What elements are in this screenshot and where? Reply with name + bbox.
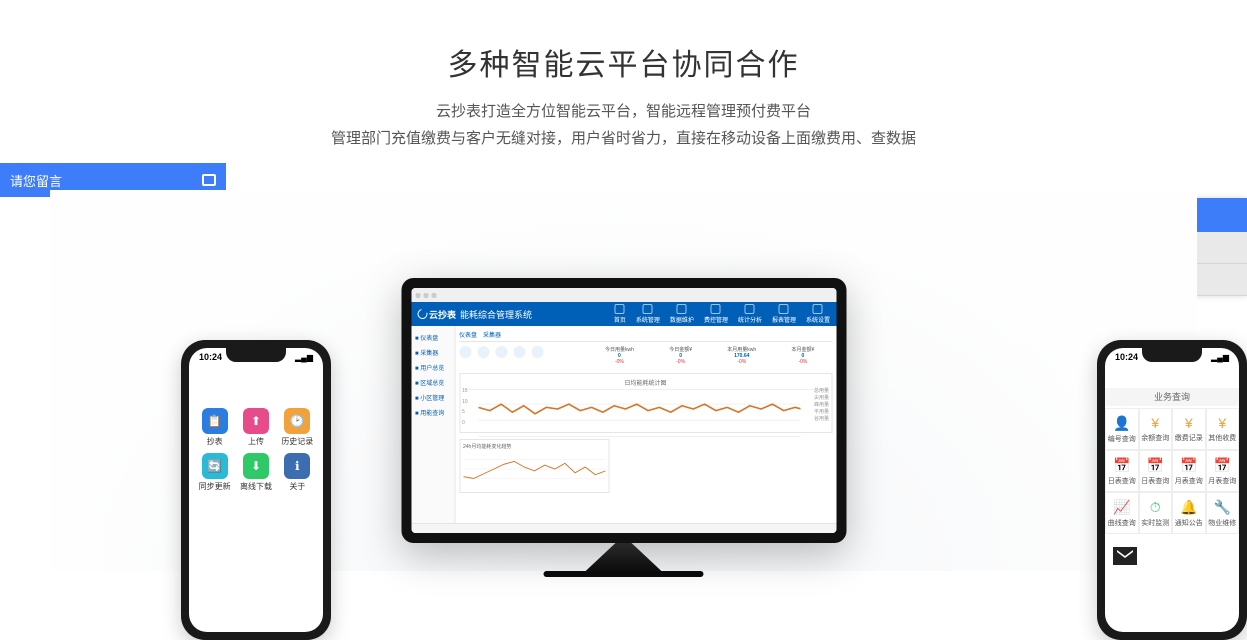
phone-mockup-left: 10:24 ▂▄▆ 📋抄表 ⬆上传 🕑历史记录 🔄同步更新 ⬇离线下载 ℹ关于 [181,340,331,640]
signal-icon: ▂▄▆ [295,353,313,362]
page-title: 多种智能云平台协同合作 [0,0,1247,84]
app-grid: 📋抄表 ⬆上传 🕑历史记录 🔄同步更新 ⬇离线下载 ℹ关于 [197,408,315,492]
nav-item[interactable]: 系统设置 [806,304,830,324]
status-bar [411,523,836,533]
business-header: 业务查询 [1105,388,1239,406]
app-title: 能耗综合管理系统 [460,308,532,321]
business-grid: 👤编号查询 ¥余额查询 ¥缴费记录 ¥其他收费 📅日表查询 📅日表查询 📅月表查… [1105,408,1239,534]
sidebar: ■ 仪表盘 ■ 采集器 ■ 用户总览 ■ 区域总览 ■ 小区管理 ■ 用能查询 [411,326,455,523]
tab[interactable]: 采集器 [483,330,501,339]
nav-item[interactable]: 数据维护 [670,304,694,324]
biz-item[interactable]: 📅日表查询 [1139,450,1173,492]
daily-energy-chart: 日均能耗统计图 151050 总用量 尖用量 峰用量 平用量 [459,373,832,433]
page-subtitle: 云抄表打造全方位智能云平台，智能远程管理预付费平台 管理部门充值缴费与客户无缝对… [0,98,1247,152]
app-about[interactable]: ℹ关于 [280,453,315,492]
biz-item[interactable]: ¥缴费记录 [1172,408,1206,450]
biz-item[interactable]: 👤编号查询 [1105,408,1139,450]
hourly-trend-chart: 24h月均能耗变化趋势 [459,439,609,493]
sidebar-item[interactable]: ■ 用户总览 [413,360,452,375]
biz-item[interactable]: 📈曲线查询 [1105,492,1139,534]
sidebar-item[interactable]: ■ 采集器 [413,345,452,360]
biz-item[interactable]: 🔧物业维修 [1206,492,1240,534]
app-header: 云抄表 能耗综合管理系统 首页 系统管理 数据维护 费控管理 统计分析 报表管理… [411,302,836,326]
stat-row: 今日用量kwh0-0% 今日金额¥0-0% 本月用量kwh170.64-0% 本… [587,346,832,365]
biz-item[interactable]: 📅日表查询 [1105,450,1139,492]
monitor-mockup: 云抄表 能耗综合管理系统 首页 系统管理 数据维护 费控管理 统计分析 报表管理… [401,278,846,577]
subtitle-line-2: 管理部门充值缴费与客户无缝对接，用户省时省力，直接在移动设备上面缴费用、查数据 [0,125,1247,152]
biz-item[interactable]: 🔔通知公告 [1172,492,1206,534]
biz-item[interactable]: ¥其他收费 [1206,408,1240,450]
subtitle-line-1: 云抄表打造全方位智能云平台，智能远程管理预付费平台 [0,98,1247,125]
app-history[interactable]: 🕑历史记录 [280,408,315,447]
app-sync[interactable]: 🔄同步更新 [197,453,232,492]
leave-message-prompt: 请您留言 [10,171,62,190]
app-upload[interactable]: ⬆上传 [238,408,273,447]
nav-item[interactable]: 费控管理 [704,304,728,324]
phone-time: 10:24 [199,352,222,362]
app-nav: 首页 系统管理 数据维护 费控管理 统计分析 报表管理 系统设置 [614,304,830,324]
sidebar-item[interactable]: ■ 小区管理 [413,390,452,405]
window-titlebar [411,288,836,302]
tab[interactable]: 仪表盘 [459,330,477,339]
biz-item[interactable]: 📅月表查询 [1172,450,1206,492]
nav-item[interactable]: 系统管理 [636,304,660,324]
nav-item[interactable]: 首页 [614,304,626,324]
signal-icon: ▂▄▆ [1211,353,1229,362]
sidebar-item[interactable]: ■ 用能查询 [413,405,452,420]
chart-legend: 总用量 尖用量 峰用量 平用量 谷用量 [814,388,829,423]
expand-icon[interactable] [202,174,216,186]
biz-item[interactable]: ¥余额查询 [1139,408,1173,450]
nav-item[interactable]: 统计分析 [738,304,762,324]
biz-item[interactable]: ⏱实时监测 [1139,492,1173,534]
stat-icon-row [459,346,581,358]
mail-icon[interactable] [1113,547,1137,565]
sidebar-item[interactable]: ■ 区域总览 [413,375,452,390]
sidebar-item[interactable]: ■ 仪表盘 [413,330,452,345]
dashboard-main: 仪表盘 采集器 今日用量kwh0-0% 今日金额¥0-0% [455,326,836,523]
phone-time: 10:24 [1115,352,1138,362]
biz-item[interactable]: 📅月表查询 [1206,450,1240,492]
phone-mockup-right: 10:24 ▂▄▆ 业务查询 👤编号查询 ¥余额查询 ¥缴费记录 ¥其他收费 📅… [1097,340,1247,640]
app-download[interactable]: ⬇离线下载 [238,453,273,492]
app-meter[interactable]: 📋抄表 [197,408,232,447]
nav-item[interactable]: 报表管理 [772,304,796,324]
app-logo: 云抄表 [417,308,456,321]
